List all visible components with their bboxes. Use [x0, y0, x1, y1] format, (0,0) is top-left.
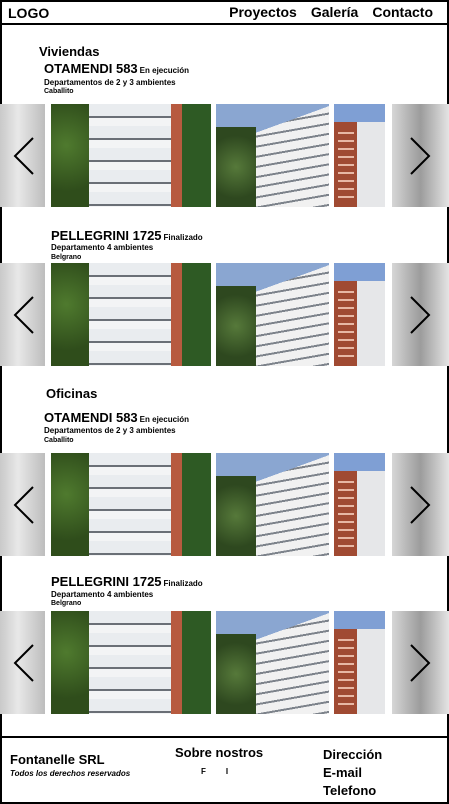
- building-photo[interactable]: [51, 611, 211, 714]
- chevron-right-icon: [410, 485, 431, 524]
- nav-proyectos[interactable]: Proyectos: [229, 4, 297, 20]
- logo[interactable]: LOGO: [8, 5, 49, 21]
- building-photo[interactable]: [334, 611, 385, 714]
- building-photo[interactable]: [51, 263, 211, 366]
- image-carousel: [0, 453, 449, 556]
- carousel-next-button[interactable]: [402, 453, 438, 556]
- email-link[interactable]: E-mail: [323, 764, 382, 782]
- chevron-left-icon: [13, 136, 34, 175]
- image-carousel: [0, 611, 449, 714]
- project-description: Departamentos de 2 y 3 ambientes: [44, 78, 176, 87]
- project-title: PELLEGRINI 1725 Finalizado: [51, 574, 203, 589]
- carousel-prev-button[interactable]: [6, 453, 42, 556]
- nav-galeria[interactable]: Galería: [311, 4, 358, 20]
- chevron-right-icon: [410, 295, 431, 334]
- facebook-link[interactable]: F: [201, 767, 206, 776]
- building-photo[interactable]: [216, 104, 329, 207]
- contact-list: Dirección E-mail Telefono: [323, 746, 382, 800]
- project-status: Finalizado: [163, 579, 203, 588]
- image-carousel: [0, 104, 449, 207]
- project-status: En ejecución: [139, 66, 190, 75]
- site-header: LOGO Proyectos Galería Contacto: [2, 2, 447, 25]
- project-description: Departamentos de 2 y 3 ambientes: [44, 426, 176, 435]
- project-name: PELLEGRINI 1725: [51, 228, 162, 243]
- phone-link[interactable]: Telefono: [323, 782, 382, 800]
- about-link[interactable]: Sobre nostros: [175, 745, 263, 760]
- company-name: Fontanelle SRL: [10, 752, 105, 767]
- building-photo[interactable]: [51, 453, 211, 556]
- building-photo[interactable]: [334, 104, 385, 207]
- image-carousel: [0, 263, 449, 366]
- project-status: Finalizado: [163, 233, 203, 242]
- copyright-text: Todos los derechos reservados: [10, 769, 131, 778]
- section-title-viviendas: Viviendas: [39, 44, 100, 59]
- carousel-prev-button[interactable]: [6, 611, 42, 714]
- project-title: OTAMENDI 583 En ejecución: [44, 410, 189, 425]
- project-location: Belgrano: [51, 254, 82, 261]
- project-title: OTAMENDI 583 En ejecución: [44, 61, 189, 76]
- project-name: OTAMENDI 583: [44, 61, 138, 76]
- nav-contacto[interactable]: Contacto: [372, 4, 433, 20]
- project-title: PELLEGRINI 1725 Finalizado: [51, 228, 203, 243]
- building-photo[interactable]: [216, 263, 329, 366]
- address-link[interactable]: Dirección: [323, 746, 382, 764]
- chevron-right-icon: [410, 136, 431, 175]
- building-photo[interactable]: [216, 611, 329, 714]
- project-status: En ejecución: [139, 415, 190, 424]
- social-links: F I: [201, 767, 228, 776]
- section-title-oficinas: Oficinas: [46, 386, 98, 401]
- instagram-link[interactable]: I: [226, 767, 228, 776]
- building-photo[interactable]: [51, 104, 211, 207]
- project-name: OTAMENDI 583: [44, 410, 138, 425]
- building-photo[interactable]: [334, 453, 385, 556]
- carousel-next-button[interactable]: [402, 263, 438, 366]
- main-nav: Proyectos Galería Contacto: [229, 4, 433, 20]
- project-location: Caballito: [44, 437, 74, 444]
- chevron-right-icon: [410, 643, 431, 682]
- carousel-next-button[interactable]: [402, 611, 438, 714]
- carousel-prev-button[interactable]: [6, 263, 42, 366]
- project-description: Departamento 4 ambientes: [51, 590, 154, 599]
- chevron-left-icon: [13, 643, 34, 682]
- project-name: PELLEGRINI 1725: [51, 574, 162, 589]
- project-description: Departamento 4 ambientes: [51, 243, 154, 252]
- building-photo[interactable]: [216, 453, 329, 556]
- project-location: Caballito: [44, 88, 74, 95]
- site-footer: Fontanelle SRL Todos los derechos reserv…: [2, 736, 447, 802]
- building-photo[interactable]: [334, 263, 385, 366]
- carousel-prev-button[interactable]: [6, 104, 42, 207]
- project-location: Belgrano: [51, 600, 82, 607]
- chevron-left-icon: [13, 295, 34, 334]
- chevron-left-icon: [13, 485, 34, 524]
- carousel-next-button[interactable]: [402, 104, 438, 207]
